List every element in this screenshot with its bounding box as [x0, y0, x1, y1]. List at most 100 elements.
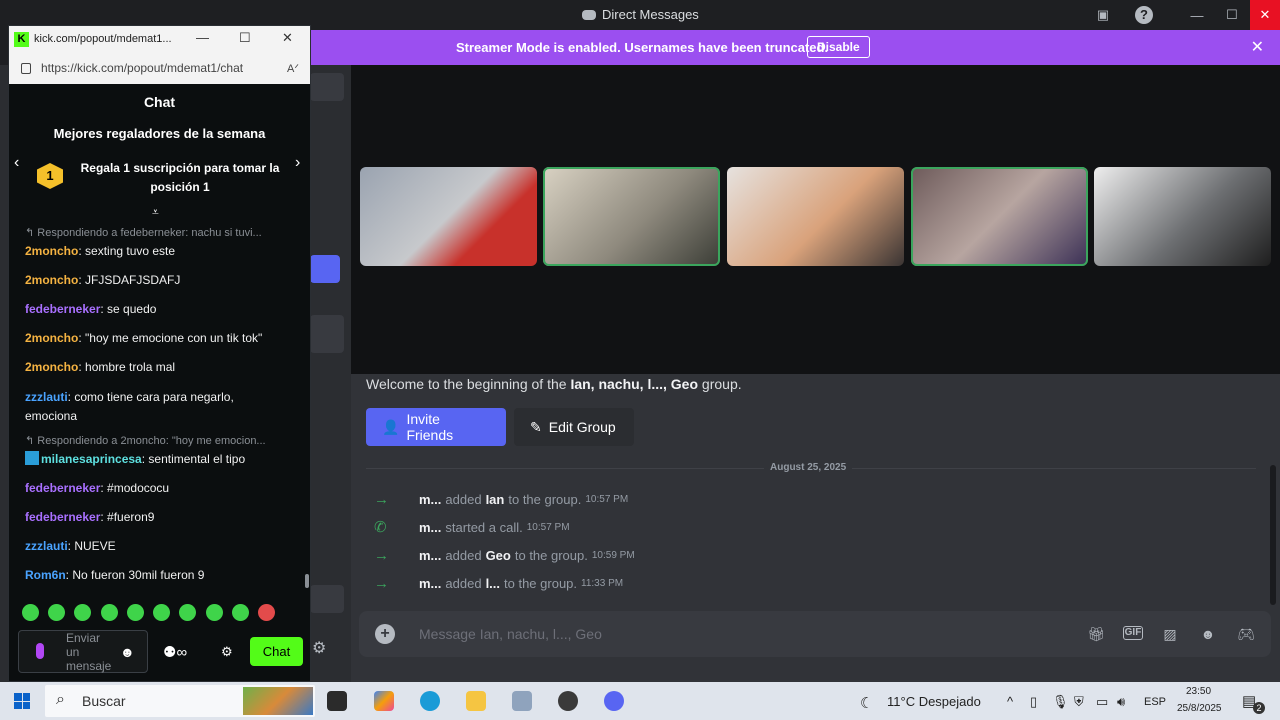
- clock-date[interactable]: 25/8/2025: [1177, 703, 1222, 714]
- emote-icon[interactable]: [179, 604, 196, 621]
- file-explorer-icon[interactable]: [466, 691, 486, 711]
- settings-icon[interactable]: ⚙: [312, 638, 330, 657]
- chat-message: fedeberneker: #modococu: [25, 481, 170, 495]
- user-badge-icon: [25, 451, 39, 465]
- weather-text[interactable]: 11°C Despejado: [887, 694, 981, 709]
- popout-tab-title: kick.com/popout/mdemat1...: [34, 33, 172, 45]
- popout-maximize-button[interactable]: ☐: [239, 30, 251, 46]
- chevron-right-icon[interactable]: ›: [295, 154, 300, 172]
- chat-message: milanesaprincesa: sentimental el tipo: [25, 451, 305, 468]
- sidebar-item-selected[interactable]: [310, 255, 340, 283]
- start-button[interactable]: [14, 693, 30, 709]
- participant-video-tile[interactable]: [911, 167, 1088, 266]
- task-view-icon[interactable]: [327, 691, 347, 711]
- emote-icon[interactable]: [22, 604, 39, 621]
- copilot-icon[interactable]: [374, 691, 394, 711]
- emoji-icon[interactable]: ☻: [120, 644, 135, 660]
- emote-icon[interactable]: [153, 604, 170, 621]
- reply-context: ↰ Respondiendo a fedeberneker: nachu si …: [25, 227, 262, 239]
- help-icon[interactable]: ?: [1134, 0, 1154, 30]
- arrow-right-icon: →: [374, 490, 389, 508]
- emote-icon[interactable]: [127, 604, 144, 621]
- participant-video-tile[interactable]: [360, 167, 537, 266]
- add-user-icon: 👤: [382, 418, 400, 435]
- participant-video-tile[interactable]: [727, 167, 904, 266]
- search-icon: ⌕: [56, 691, 65, 708]
- window-title: Direct Messages: [582, 7, 699, 22]
- group-welcome-text: Welcome to the beginning of the Ian, nac…: [366, 376, 742, 392]
- chevron-up-icon[interactable]: ^: [1007, 694, 1013, 709]
- system-message: → m... added Geo to the group. 10:59 PM: [374, 546, 635, 564]
- emoji-icon[interactable]: ☻: [1198, 626, 1218, 642]
- tray-microphone-icon[interactable]: 🎙︎: [1052, 694, 1069, 710]
- tray-device-icon[interactable]: ▯: [1030, 694, 1037, 710]
- emote-icon[interactable]: [48, 604, 65, 621]
- moon-weather-icon: ☾: [860, 695, 874, 712]
- sidebar-search[interactable]: [310, 73, 344, 101]
- language-indicator[interactable]: ESP: [1144, 696, 1166, 708]
- gift-icon[interactable]: 🎁︎: [1086, 626, 1106, 642]
- participant-video-tile[interactable]: [1094, 167, 1271, 266]
- system-message: ✆ m... started a call. 10:57 PM: [374, 519, 570, 536]
- popout-minimize-button[interactable]: —: [196, 30, 209, 45]
- sticker-icon[interactable]: ▨: [1160, 626, 1180, 642]
- invite-friends-button[interactable]: 👤 Invite Friends: [366, 408, 506, 446]
- participant-video-tile[interactable]: [543, 167, 720, 266]
- inbox-icon[interactable]: ▣: [1094, 0, 1112, 30]
- chat-message: 2moncho: "hoy me emocione con un tik tok…: [25, 331, 263, 345]
- emote-icon[interactable]: [101, 604, 118, 621]
- taskbar-search[interactable]: ⌕ Buscar: [45, 685, 315, 717]
- chat-settings-icon[interactable]: ⚙: [221, 644, 233, 660]
- chat-scrollbar[interactable]: [1270, 465, 1276, 605]
- kick-message-input[interactable]: Enviar un mensaje ☻: [18, 630, 148, 673]
- chat-message: 2moncho: sexting tuvo este: [25, 244, 176, 258]
- popout-browser-bar: K kick.com/popout/mdemat1... — ☐ ✕ https…: [9, 26, 310, 84]
- popout-url-bar[interactable]: https://kick.com/popout/mdemat1/chat Aᐟ: [15, 57, 305, 79]
- discord-logo-icon: [582, 9, 596, 20]
- app-icon[interactable]: [512, 691, 532, 711]
- notification-count: 2: [1253, 702, 1265, 714]
- activities-icon[interactable]: 🎮︎: [1236, 626, 1256, 642]
- sidebar-item[interactable]: [310, 315, 344, 353]
- disable-streamer-mode-button[interactable]: Disable: [807, 36, 870, 58]
- emote-icon[interactable]: [258, 604, 275, 621]
- date-divider: August 25, 2025: [366, 462, 1256, 474]
- close-banner-icon[interactable]: ✕: [1251, 37, 1264, 57]
- emote-icon[interactable]: [232, 604, 249, 621]
- network-icon[interactable]: ▭: [1096, 694, 1108, 710]
- attach-plus-icon[interactable]: +: [375, 624, 395, 644]
- edge-icon[interactable]: [420, 691, 440, 711]
- gift-prompt: Regala 1 suscripción para tomar la posic…: [80, 161, 280, 194]
- send-chat-button[interactable]: Chat: [250, 637, 303, 666]
- sidebar-item[interactable]: [310, 585, 344, 613]
- chat-message: Rom6n: No fueron 30mil fueron 9: [25, 568, 205, 582]
- reader-mode-icon[interactable]: Aᐟ: [287, 62, 299, 75]
- site-info-icon[interactable]: [21, 62, 31, 74]
- collapse-icon[interactable]: ⩡: [152, 205, 159, 220]
- points-icon[interactable]: ⚉∞: [163, 643, 187, 661]
- close-button[interactable]: ✕: [1250, 0, 1280, 30]
- edit-group-button[interactable]: ✎ Edit Group: [514, 408, 634, 446]
- gif-icon[interactable]: GIF: [1123, 626, 1143, 640]
- emote-icon[interactable]: [74, 604, 91, 621]
- obs-icon[interactable]: [558, 691, 578, 711]
- popout-close-button[interactable]: ✕: [282, 30, 293, 46]
- pencil-icon: ✎: [530, 418, 542, 435]
- emote-icon[interactable]: [206, 604, 223, 621]
- volume-icon[interactable]: 🔊︎: [1117, 694, 1125, 710]
- microphone-icon[interactable]: [36, 643, 44, 659]
- discord-icon[interactable]: [604, 691, 624, 711]
- chat-message: 2moncho: JFJSDAFJSDAFJ: [25, 273, 181, 287]
- chat-scrollbar[interactable]: [305, 574, 309, 588]
- minimize-button[interactable]: —: [1186, 0, 1208, 30]
- system-message: → m... added Ian to the group. 10:57 PM: [374, 490, 629, 508]
- chat-message: fedeberneker: se quedo: [25, 302, 157, 316]
- clock-time[interactable]: 23:50: [1186, 686, 1211, 697]
- chevron-left-icon[interactable]: ‹: [14, 154, 19, 172]
- reply-context: ↰ Respondiendo a 2moncho: "hoy me emocio…: [25, 435, 266, 447]
- chat-message: 2moncho: hombre trola mal: [25, 360, 176, 374]
- kick-logo-icon: K: [14, 32, 29, 47]
- maximize-button[interactable]: ☐: [1221, 0, 1243, 30]
- tray-security-icon[interactable]: ⛨: [1074, 694, 1084, 710]
- arrow-right-icon: →: [374, 546, 389, 564]
